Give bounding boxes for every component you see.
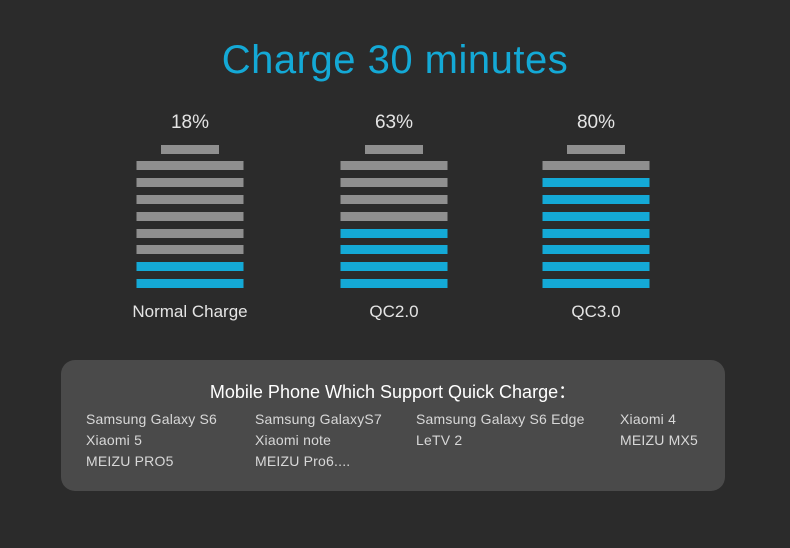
battery-qc3: 80% QC3.0 <box>526 112 666 322</box>
battery-bars <box>136 161 244 296</box>
phone-item: Xiaomi 5 <box>86 432 143 448</box>
battery-bar-filled <box>340 279 448 289</box>
battery-cap <box>161 145 219 154</box>
battery-label: QC2.0 <box>369 302 419 321</box>
battery-cap <box>365 145 423 154</box>
battery-percent: 63% <box>374 112 414 133</box>
phone-item: Xiaomi note <box>255 432 332 448</box>
battery-bar-filled <box>542 262 650 272</box>
battery-bar-filled <box>542 177 650 187</box>
battery-bars <box>340 161 448 296</box>
battery-bar-empty <box>340 194 448 204</box>
phone-item: MEIZU PRO5 <box>86 453 174 469</box>
battery-bar-filled <box>542 245 650 255</box>
battery-qc2: 63% QC2.0 <box>324 112 464 322</box>
phone-list: Samsung Galaxy S6 Samsung GalaxyS7 Samsu… <box>86 411 706 481</box>
phone-item: LeTV 2 <box>416 432 463 448</box>
battery-normal-charge: 18% Normal Charge <box>120 112 260 322</box>
battery-percent: 18% <box>170 112 210 133</box>
phone-item: Samsung Galaxy S6 Edge <box>416 411 585 427</box>
battery-bar-empty <box>340 211 448 221</box>
battery-bar-filled <box>340 228 448 238</box>
battery-label: Normal Charge <box>132 302 248 321</box>
battery-bar-empty <box>542 161 650 170</box>
battery-bar-filled <box>542 279 650 289</box>
battery-bar-filled <box>542 228 650 238</box>
battery-bar-empty <box>340 161 448 170</box>
battery-bar-filled <box>542 211 650 221</box>
battery-bar-empty <box>136 194 244 204</box>
battery-cap <box>567 145 625 154</box>
battery-percent: 80% <box>576 112 616 133</box>
battery-bar-filled <box>340 245 448 255</box>
phone-item: Xiaomi 4 <box>620 411 677 427</box>
battery-bar-filled <box>340 262 448 272</box>
battery-bar-empty <box>136 161 244 170</box>
phone-item: Samsung Galaxy S6 <box>86 411 218 427</box>
phone-item: Samsung GalaxyS7 <box>255 411 382 427</box>
battery-bar-filled <box>136 279 244 289</box>
phone-item: MEIZU MX5 <box>620 432 699 448</box>
supported-phones-panel: Mobile Phone Which Support Quick Charge：… <box>61 360 725 491</box>
battery-bar-empty <box>136 245 244 255</box>
battery-bar-empty <box>136 211 244 221</box>
battery-label: QC3.0 <box>571 302 621 321</box>
battery-bar-filled <box>136 262 244 272</box>
phone-item: MEIZU Pro6.... <box>255 453 351 469</box>
battery-bar-empty <box>340 177 448 187</box>
battery-bar-empty <box>136 228 244 238</box>
panel-title: Mobile Phone Which Support Quick Charge： <box>209 382 577 402</box>
battery-bars <box>542 161 650 296</box>
battery-bar-empty <box>136 177 244 187</box>
page-title: Charge 30 minutes <box>221 38 569 82</box>
battery-bar-filled <box>542 194 650 204</box>
